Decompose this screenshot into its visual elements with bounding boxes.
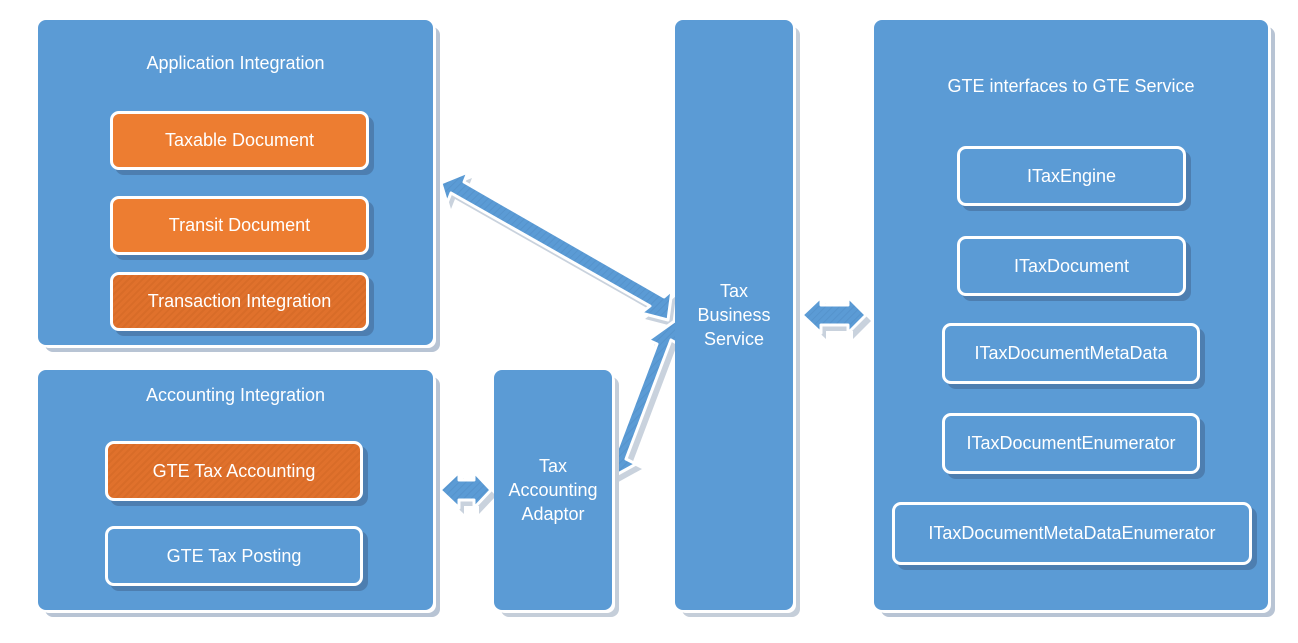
application-integration-container: Application Integration Taxable Document… bbox=[38, 20, 433, 345]
gte-interfaces-title: GTE interfaces to GTE Service bbox=[947, 76, 1195, 96]
itaxdocumentmetadataenumerator-box[interactable]: ITaxDocumentMetaDataEnumerator bbox=[892, 502, 1252, 565]
label-line: Business bbox=[697, 305, 771, 325]
itaxdocument-box[interactable]: ITaxDocument bbox=[957, 236, 1186, 296]
itaxdocumentmetadata-box[interactable]: ITaxDocumentMetaData bbox=[942, 323, 1200, 384]
arrow-business-service-to-gte-interfaces bbox=[800, 295, 871, 339]
taxable-document-box[interactable]: Taxable Document bbox=[110, 111, 369, 170]
application-integration-title: Application Integration bbox=[146, 53, 325, 73]
transit-document-box[interactable]: Transit Document bbox=[110, 196, 369, 255]
accounting-integration-container: Accounting Integration GTE Tax Accountin… bbox=[38, 370, 433, 610]
tax-accounting-adaptor[interactable]: Tax Accounting Adaptor bbox=[494, 370, 612, 610]
arrow-accounting-to-adaptor bbox=[438, 470, 496, 514]
tax-business-service[interactable]: Tax Business Service bbox=[675, 20, 793, 610]
tax-accounting-adaptor-label: Tax Accounting Adaptor bbox=[508, 454, 597, 526]
arrow-app-integration-to-business-service bbox=[439, 170, 676, 326]
gte-interfaces-container: GTE interfaces to GTE Service ITaxEngine… bbox=[874, 20, 1268, 610]
label-line: Adaptor bbox=[521, 504, 585, 524]
accounting-integration-title: Accounting Integration bbox=[145, 385, 326, 405]
itaxengine-box[interactable]: ITaxEngine bbox=[957, 146, 1186, 206]
label-line: Accounting bbox=[508, 480, 598, 500]
itaxdocumentenumerator-box[interactable]: ITaxDocumentEnumerator bbox=[942, 413, 1200, 474]
gte-tax-posting-box[interactable]: GTE Tax Posting bbox=[105, 526, 363, 586]
transaction-integration-box[interactable]: Transaction Integration bbox=[110, 272, 369, 331]
label-line: Tax bbox=[538, 456, 567, 476]
gte-tax-accounting-box[interactable]: GTE Tax Accounting bbox=[105, 441, 363, 501]
label-line: Tax bbox=[719, 281, 748, 301]
tax-business-service-label: Tax Business Service bbox=[697, 279, 770, 351]
label-line: Service bbox=[703, 329, 764, 349]
arrow-adaptor-to-business-service bbox=[600, 318, 686, 485]
